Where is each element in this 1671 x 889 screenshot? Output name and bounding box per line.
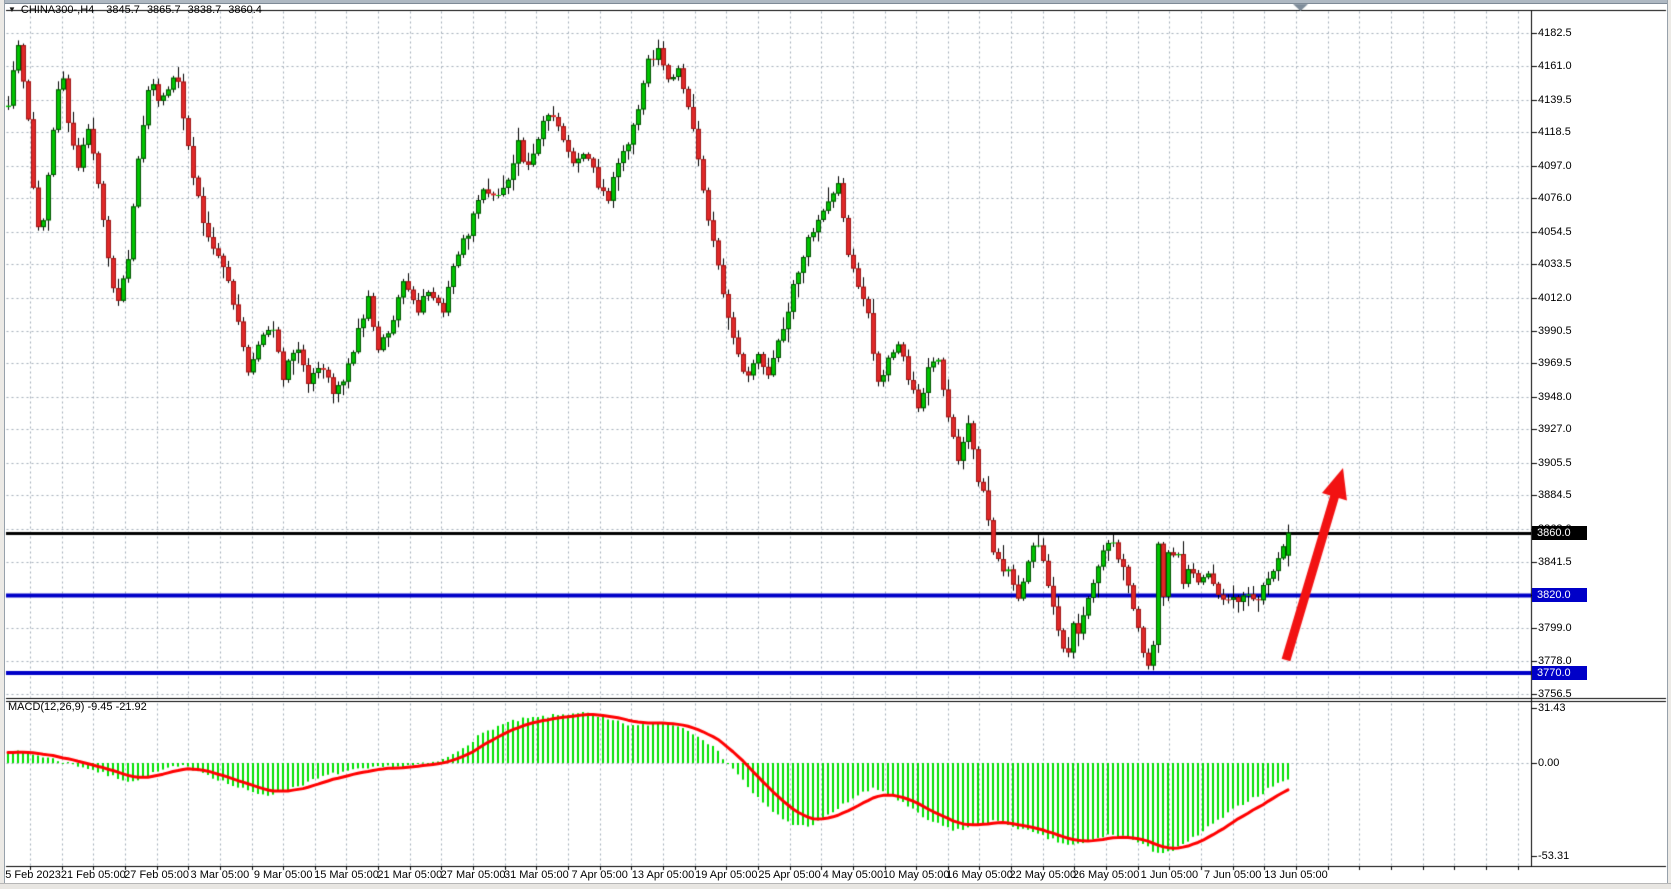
time-axis-label: 27 Mar 05:00 (441, 869, 506, 881)
macd-axis-label-low: -53.31 (1538, 850, 1569, 862)
macd-axis-label-zero: 0.00 (1538, 757, 1559, 769)
ohlc-open-value: 3845.7 (106, 4, 140, 16)
time-axis-label: 9 Mar 05:00 (254, 869, 313, 881)
ohlc-high-value: 3865.7 (147, 4, 181, 16)
window-bottom-frame (0, 883, 1671, 889)
price-axis-label: 3990.5 (1538, 325, 1572, 337)
trading-chart-window: ▼CHINA300-,H43845.73865.73838.73860.4 MA… (0, 0, 1671, 889)
price-line-badge-3820: 3820.0 (1532, 588, 1587, 602)
time-axis-label: 16 May 05:00 (946, 869, 1013, 881)
price-axis-label: 4139.5 (1538, 94, 1572, 106)
time-axis-label: 7 Jun 05:00 (1204, 869, 1262, 881)
time-axis-label: 25 Apr 05:00 (758, 869, 820, 881)
price-axis-label: 3905.5 (1538, 457, 1572, 469)
price-axis-label: 4033.5 (1538, 258, 1572, 270)
time-axis-label: 15 Feb 2023 (0, 869, 61, 881)
window-top-frame (0, 0, 1671, 4)
price-axis-label: 4118.5 (1538, 126, 1571, 138)
price-axis-label: 3948.0 (1538, 391, 1572, 403)
time-axis-label: 13 Apr 05:00 (632, 869, 694, 881)
price-axis-label: 3927.0 (1538, 423, 1572, 435)
time-axis-label: 21 Mar 05:00 (377, 869, 442, 881)
price-chart-canvas[interactable] (0, 0, 1671, 889)
ohlc-low-value: 3838.7 (188, 4, 222, 16)
price-axis-label: 3778.0 (1538, 655, 1572, 667)
time-axis-label: 3 Mar 05:00 (191, 869, 250, 881)
price-axis-label: 4076.0 (1538, 192, 1572, 204)
time-axis-label: 22 May 05:00 (1009, 869, 1076, 881)
macd-axis-label-high: 31.43 (1538, 702, 1566, 714)
price-line-badge-3860: 3860.0 (1532, 526, 1587, 540)
price-line-badge-3770: 3770.0 (1532, 666, 1587, 680)
price-axis-label: 3841.5 (1538, 556, 1572, 568)
window-left-frame (0, 0, 5, 889)
window-right-frame (1667, 0, 1671, 889)
time-axis-label: 26 May 05:00 (1073, 869, 1140, 881)
time-axis-label: 10 May 05:00 (883, 869, 950, 881)
symbol-dropdown-icon[interactable]: ▼ (8, 3, 16, 17)
time-axis-label: 19 Apr 05:00 (695, 869, 757, 881)
pane-resize-handle[interactable] (6, 696, 1531, 704)
price-axis-label: 4182.5 (1538, 27, 1572, 39)
time-axis-label: 1 Jun 05:00 (1141, 869, 1199, 881)
price-axis-label: 3799.0 (1538, 622, 1572, 634)
price-axis-label: 4097.0 (1538, 160, 1572, 172)
symbol-timeframe-label: CHINA300-,H4 (21, 4, 94, 16)
time-axis-label: 27 Feb 05:00 (124, 869, 189, 881)
ohlc-close-value: 3860.4 (228, 4, 262, 16)
price-axis-label: 3884.5 (1538, 489, 1572, 501)
price-axis-label: 4054.5 (1538, 226, 1572, 238)
time-axis-label: 13 Jun 05:00 (1264, 869, 1328, 881)
time-axis-label: 4 May 05:00 (823, 869, 884, 881)
price-axis-label: 4012.0 (1538, 292, 1572, 304)
price-axis-label: 4161.0 (1538, 60, 1572, 72)
price-axis-label: 3756.5 (1538, 688, 1572, 700)
chart-info-bar: ▼ CHINA300-,H4 3845.7 3865.7 3838.7 3860.4 (8, 3, 269, 17)
price-axis[interactable] (1532, 11, 1666, 866)
time-axis-label: 7 Apr 05:00 (572, 869, 628, 881)
price-axis-label: 3969.5 (1538, 357, 1572, 369)
time-axis-label: 21 Feb 05:00 (61, 869, 126, 881)
time-axis-label: 31 Mar 05:00 (504, 869, 569, 881)
time-axis-label: 15 Mar 05:00 (314, 869, 379, 881)
